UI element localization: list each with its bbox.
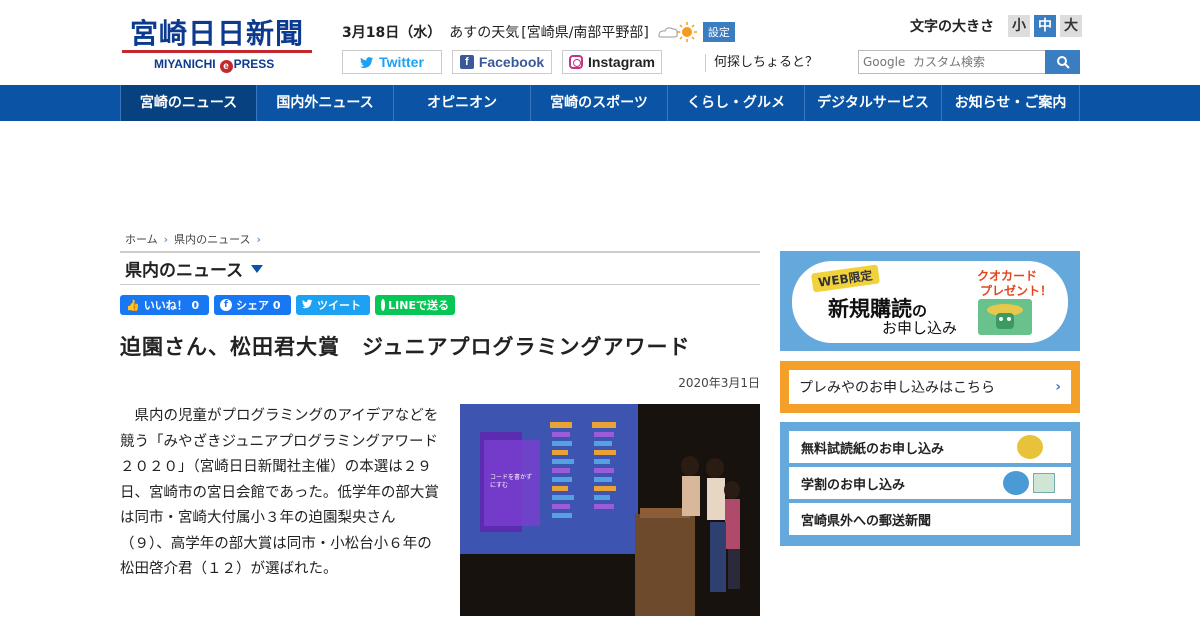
share-buttons: 👍 いいね！ 0 f シェア 0 ツイート LINEで送る xyxy=(120,295,460,315)
facebook-icon: f xyxy=(459,55,474,69)
share-label: シェア 0 xyxy=(236,299,281,312)
twitter-follow-button[interactable]: Twitter xyxy=(342,50,442,74)
subscription-links: 無料試読紙のお申し込み 学割のお申し込み 宮崎県外への郵送新聞 xyxy=(780,422,1080,546)
font-size-medium-button[interactable]: 中 xyxy=(1034,15,1056,37)
quo-card-line2: プレゼント！ xyxy=(980,284,1053,298)
free-trial-link[interactable]: 無料試読紙のお申し込み xyxy=(789,431,1071,463)
search-field[interactable] xyxy=(858,50,1046,74)
weather-region[interactable]: [宮崎県/南部平野部] xyxy=(521,22,649,42)
logo-en-right: PRESS xyxy=(233,57,275,71)
out-of-prefecture-delivery-label: 宮崎県外への郵送新聞 xyxy=(801,513,932,529)
search-icon xyxy=(1056,56,1070,69)
cloudy-sunny-icon xyxy=(655,21,699,43)
search-button[interactable] xyxy=(1045,50,1080,74)
premium-signup-link[interactable]: プレみやのお申し込みはこちら › xyxy=(789,370,1071,404)
logo-wordmark-en: MIYANICHI e PRESS xyxy=(154,57,274,73)
mascot-icon xyxy=(1017,435,1043,459)
chevron-right-icon: › xyxy=(256,232,261,246)
twitter-bird-icon xyxy=(360,55,374,69)
twitter-label: Twitter xyxy=(379,54,424,70)
font-size-large-button[interactable]: 大 xyxy=(1060,15,1082,37)
mascot-icon xyxy=(1003,471,1029,495)
nav-item-miyazaki-news[interactable]: 宮崎のニュース xyxy=(120,85,257,121)
breadcrumb-local-news[interactable]: 県内のニュース xyxy=(174,231,250,247)
nav-item-digital-services[interactable]: デジタルサービス xyxy=(805,85,942,121)
main-nav: 宮崎のニュース 国内外ニュース オピニオン 宮崎のスポーツ くらし・グルメ デジ… xyxy=(0,85,1200,121)
student-discount-link[interactable]: 学割のお申し込み xyxy=(789,467,1071,499)
quo-card-line1: クオカード xyxy=(977,269,1038,283)
line-share-button[interactable]: LINEで送る xyxy=(375,295,455,315)
web-subscription-banner[interactable]: WEB限定 新規購読の お申し込み クオカード プレゼント！ xyxy=(780,251,1080,351)
article-headline: 迫園さん、松田君大賞 ジュニアプログラミングアワード xyxy=(120,335,691,359)
line-icon xyxy=(381,299,386,311)
facebook-like-button[interactable]: 👍 いいね！ 0 xyxy=(120,295,209,315)
school-building-icon xyxy=(1033,473,1055,493)
font-size-control: 文字の大きさ 小 中 大 xyxy=(910,15,1082,37)
logo-underline xyxy=(122,50,312,53)
student-discount-label: 学割のお申し込み xyxy=(801,477,906,493)
like-label: いいね！ 0 xyxy=(143,299,200,312)
article-date: 2020年3月1日 xyxy=(678,376,760,390)
section-header[interactable]: 県内のニュース xyxy=(120,251,760,285)
facebook-label: Facebook xyxy=(478,54,545,70)
premium-signup-box: プレみやのお申し込みはこちら › xyxy=(780,361,1080,413)
article-photo[interactable]: コードを書かずにすむ xyxy=(460,404,760,616)
nav-item-opinion[interactable]: オピニオン xyxy=(394,85,531,121)
line-label: LINEで送る xyxy=(388,299,449,312)
logo-en-left: MIYANICHI xyxy=(154,57,216,71)
premium-signup-label: プレみやのお申し込みはこちら xyxy=(799,380,995,396)
chevron-right-icon: › xyxy=(163,232,169,246)
instagram-follow-button[interactable]: Instagram xyxy=(562,50,662,74)
logo-wordmark-jp: 宮崎日日新聞 xyxy=(130,17,305,50)
nav-item-living-gourmet[interactable]: くらし・グルメ xyxy=(668,85,805,121)
out-of-prefecture-delivery-link[interactable]: 宮崎県外への郵送新聞 xyxy=(789,503,1071,535)
font-size-label: 文字の大きさ xyxy=(910,19,994,35)
facebook-follow-button[interactable]: f Facebook xyxy=(452,50,552,74)
logo-e-mark: e xyxy=(219,60,233,73)
facebook-share-button[interactable]: f シェア 0 xyxy=(214,295,291,315)
weather-widget: 3月18日（水） あすの天気 [宮崎県/南部平野部] 設定 xyxy=(342,21,735,43)
search-prompt-label: 何探しちょると？ xyxy=(705,54,818,72)
thumbs-up-icon: 👍 xyxy=(126,298,140,312)
caret-down-icon xyxy=(251,264,264,273)
breadcrumb: ホーム › 県内のニュース › xyxy=(125,231,267,247)
font-size-small-button[interactable]: 小 xyxy=(1008,15,1030,37)
photo-screen-text: コードを書かずにすむ xyxy=(490,474,533,489)
weather-date: 3月18日（水） xyxy=(342,25,442,41)
nav-item-info[interactable]: お知らせ・ご案内 xyxy=(942,85,1080,121)
instagram-label: Instagram xyxy=(588,54,655,70)
search-input[interactable] xyxy=(863,55,1043,69)
article-body: 県内の児童がプログラミングのアイデアなどを競う「みやざきジュニアプログラミングア… xyxy=(120,408,439,577)
quo-card-icon xyxy=(978,299,1032,335)
nav-item-national-news[interactable]: 国内外ニュース xyxy=(257,85,394,121)
nav-item-sports[interactable]: 宮崎のスポーツ xyxy=(531,85,668,121)
tweet-label: ツイート xyxy=(317,299,361,312)
site-logo[interactable]: 宮崎日日新聞 MIYANICHI e PRESS xyxy=(122,12,312,73)
instagram-icon xyxy=(569,55,584,69)
section-title: 県内のニュース xyxy=(125,261,244,281)
banner-subheadline: お申し込み xyxy=(882,319,958,337)
tweet-button[interactable]: ツイート xyxy=(296,295,370,315)
breadcrumb-home[interactable]: ホーム xyxy=(125,231,158,247)
quo-card-promo: クオカード プレゼント！ xyxy=(962,269,1052,299)
twitter-bird-icon xyxy=(302,298,313,312)
chevron-right-icon: › xyxy=(1055,379,1061,395)
facebook-icon: f xyxy=(220,299,232,311)
weather-label: あすの天気 xyxy=(449,25,520,41)
free-trial-label: 無料試読紙のお申し込み xyxy=(801,441,945,457)
weather-settings-button[interactable]: 設定 xyxy=(702,22,735,42)
